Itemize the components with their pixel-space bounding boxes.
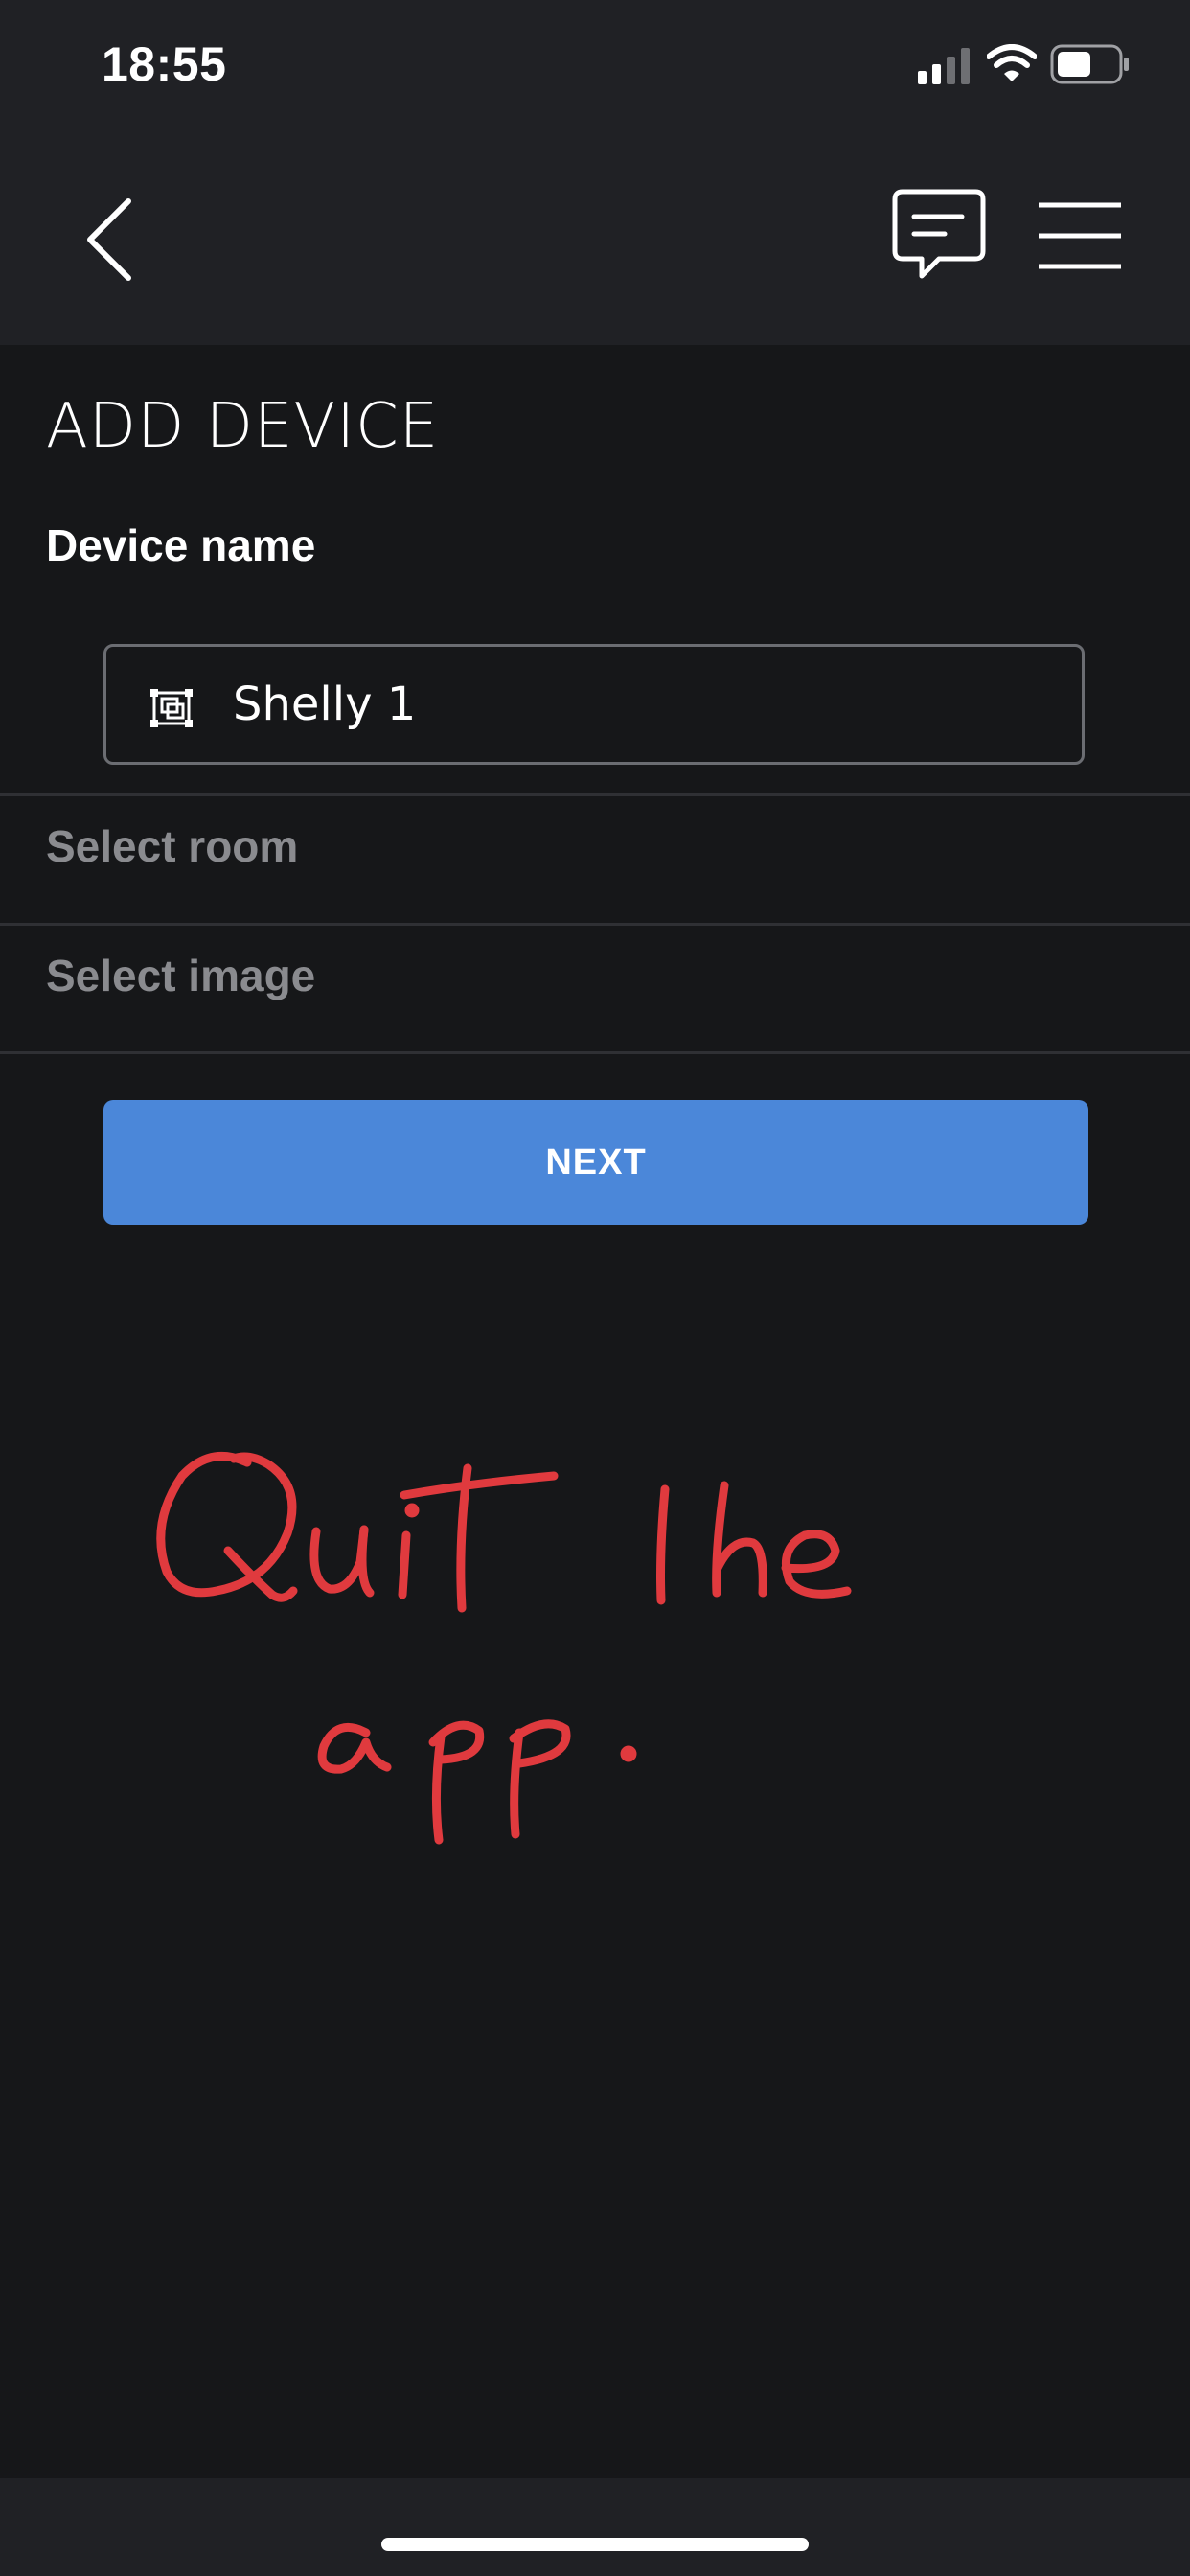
signal-icon [918, 48, 970, 84]
bottom-bar [0, 2478, 1190, 2576]
divider [0, 1051, 1190, 1054]
device-icon [150, 689, 193, 727]
next-button[interactable]: NEXT [103, 1100, 1088, 1225]
handwritten-annotation [156, 1452, 852, 1845]
battery-icon [1050, 44, 1129, 84]
select-image-label[interactable]: Select image [46, 950, 315, 1001]
status-bar: 18:55 [0, 0, 1190, 134]
home-indicator[interactable] [381, 2538, 809, 2551]
device-name-value: Shelly 1 [233, 678, 417, 731]
wifi-icon [987, 44, 1037, 81]
select-room-label[interactable]: Select room [46, 820, 298, 872]
chat-icon[interactable] [891, 188, 987, 284]
menu-icon[interactable] [1037, 199, 1123, 272]
device-name-label: Device name [46, 520, 316, 570]
nav-bar [0, 134, 1190, 345]
status-time: 18:55 [102, 37, 227, 91]
device-name-input[interactable]: Shelly 1 [103, 644, 1085, 765]
back-icon[interactable] [75, 194, 144, 286]
page-title: ADD DEVICE [46, 391, 440, 462]
